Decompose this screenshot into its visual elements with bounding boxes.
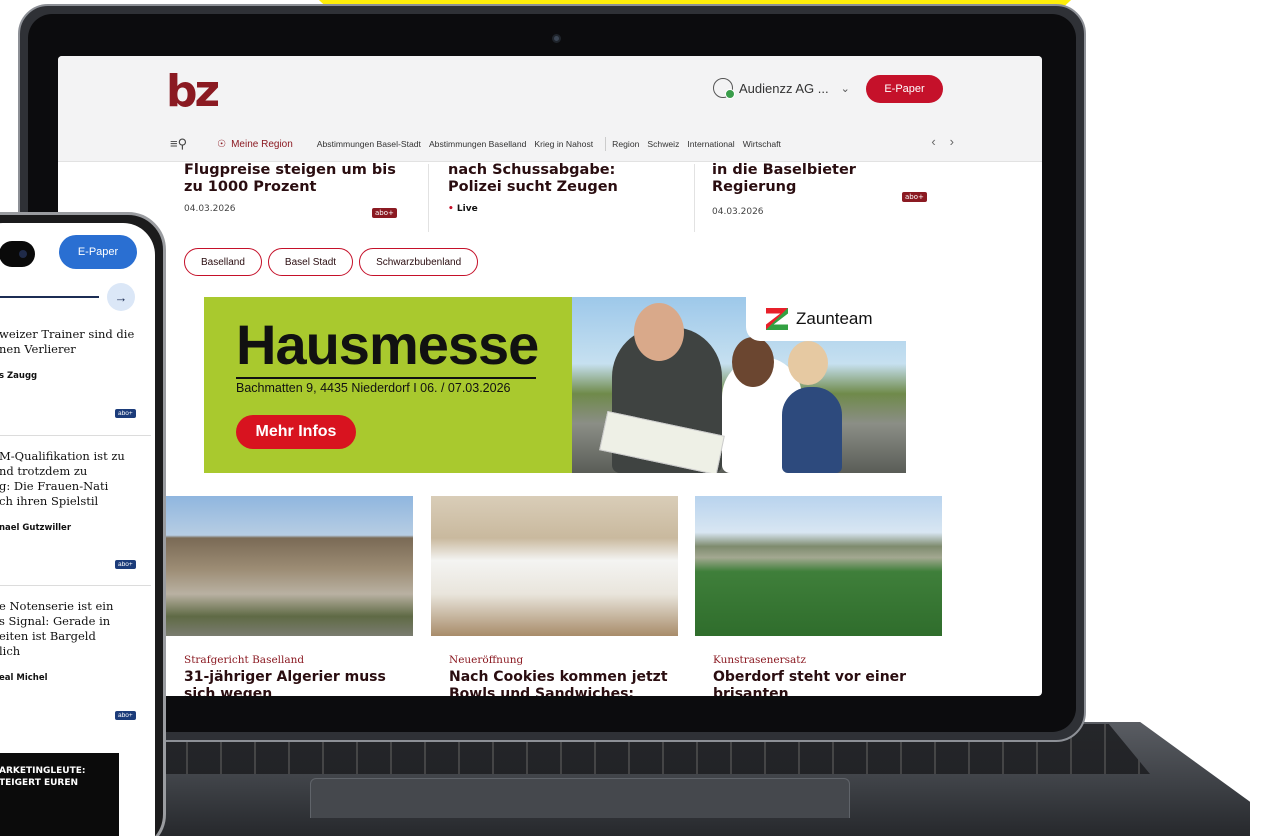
phone-article-author: nael Gutzwiller [0, 523, 72, 533]
article-teaser[interactable]: in die Baselbieter Regierung 04.03.2026 … [712, 162, 932, 217]
phone-epaper-button[interactable]: E-Paper [59, 235, 137, 269]
phone-search-input[interactable] [0, 296, 99, 298]
article-kicker: Kunstrasenersatz [713, 654, 807, 666]
article-title[interactable]: Nach Cookies kommen jetzt Bowls und Sand… [449, 669, 669, 696]
main-navigation: ≡⚲ ☉ Meine Region Abstimmungen Basel-Sta… [170, 134, 1030, 154]
phone-dynamic-island [0, 241, 35, 267]
nav-item[interactable]: Region [612, 139, 639, 149]
article-image[interactable] [695, 496, 942, 636]
article-title[interactable]: Oberdorf steht vor einer brisanten [713, 669, 933, 696]
photo-child [782, 387, 842, 473]
column-divider [428, 164, 429, 232]
phone-article[interactable]: weizer Trainer sind die nen Verlierer s … [0, 327, 149, 381]
article-headline[interactable]: nach Schussabgabe: Polizei sucht Zeugen [448, 162, 668, 196]
region-label: Meine Region [231, 138, 293, 150]
nav-item[interactable]: Abstimmungen Basel-Stadt [317, 139, 421, 149]
chevron-left-icon[interactable]: ‹ [931, 134, 935, 149]
phone-article[interactable]: M-Qualifikation ist zu nd trotzdem zu g:… [0, 449, 149, 533]
phone-article[interactable]: e Notenserie ist ein s Signal: Gerade in… [0, 599, 149, 683]
tag-baselland[interactable]: Baselland [184, 248, 262, 276]
abo-plus-badge: abo+ [902, 192, 927, 202]
nav-scroll-arrows: ‹ › [931, 134, 954, 149]
chevron-right-icon[interactable]: › [950, 134, 954, 149]
phone-content: E-Paper → weizer Trainer sind die nen Ve… [0, 223, 155, 836]
article-kicker: Strafgericht Baselland [184, 654, 305, 666]
article-date: 04.03.2026 [184, 204, 236, 214]
region-tags: Baselland Basel Stadt Schwarzbubenland [184, 248, 479, 276]
article-teaser[interactable]: Flugpreise steigen um bis zu 1000 Prozen… [184, 162, 404, 218]
article-kicker: Neueröffnung [449, 654, 524, 666]
ad-more-info-button[interactable]: Mehr Infos [236, 415, 356, 449]
account-name: Audienzz AG ... [739, 80, 829, 96]
nav-item[interactable]: Abstimmungen Baselland [429, 139, 526, 149]
abo-plus-badge: abo+ [115, 560, 136, 569]
user-icon [713, 78, 735, 99]
live-dot-icon: • [448, 204, 454, 214]
article-teaser[interactable]: nach Schussabgabe: Polizei sucht Zeugen … [448, 162, 668, 214]
arrow-right-icon[interactable]: → [107, 283, 135, 311]
article-image[interactable] [166, 496, 413, 636]
article-card[interactable]: Neueröffnung Nach Cookies kommen jetzt B… [431, 496, 678, 696]
article-card[interactable]: Kunstrasenersatz Oberdorf steht vor eine… [695, 496, 942, 696]
ad-title: Hausmesse [236, 313, 539, 376]
phone-divider [0, 435, 151, 436]
phone-article-title[interactable]: M-Qualifikation ist zu nd trotzdem zu g:… [0, 449, 149, 509]
advertisement-banner[interactable]: Hausmesse Bachmatten 9, 4435 Niederdorf … [204, 297, 906, 473]
top-article-row: Flugpreise steigen um bis zu 1000 Prozen… [184, 162, 944, 236]
abo-plus-badge: abo+ [115, 409, 136, 418]
nav-item[interactable]: International [687, 139, 734, 149]
photo-person-head [634, 303, 684, 361]
menu-search-icon[interactable]: ≡⚲ [170, 136, 187, 152]
ad-underline [236, 377, 536, 379]
phone-article-author: s Zaugg [0, 371, 38, 381]
tag-basel-stadt[interactable]: Basel Stadt [267, 248, 354, 276]
article-title[interactable]: 31-jähriger Algerier muss sich wegen Gef… [184, 669, 404, 696]
chevron-down-icon: ⌄ [840, 82, 850, 95]
my-region-link[interactable]: ☉ Meine Region [217, 139, 293, 150]
ad-address: Bachmatten 9, 4435 Niederdorf I 06. / 07… [236, 381, 511, 395]
article-date: 04.03.2026 [712, 207, 764, 217]
laptop-screen: bz Audienzz AG ... ⌄ E-Paper ≡⚲ ☉ Meine … [58, 56, 1042, 696]
article-headline[interactable]: Flugpreise steigen um bis zu 1000 Prozen… [184, 162, 404, 196]
nav-divider [605, 137, 607, 151]
nav-item[interactable]: Schweiz [647, 139, 679, 149]
article-card[interactable]: Strafgericht Baselland 31-jähriger Alger… [166, 496, 413, 696]
photo-person-head [732, 337, 774, 387]
site-header: bz Audienzz AG ... ⌄ E-Paper ≡⚲ ☉ Meine … [58, 56, 1042, 162]
article-headline[interactable]: in die Baselbieter Regierung [712, 162, 932, 196]
article-image[interactable] [431, 496, 678, 636]
site-logo[interactable]: bz [166, 70, 220, 114]
tag-schwarzbubenland[interactable]: Schwarzbubenland [359, 248, 479, 276]
phone-article-title[interactable]: weizer Trainer sind die nen Verlierer [0, 327, 149, 357]
column-divider [694, 164, 695, 232]
nav-item[interactable]: Krieg in Nahost [534, 139, 593, 149]
zaunteam-logo-icon [766, 308, 788, 330]
abo-plus-badge: abo+ [372, 208, 397, 218]
phone-advertisement[interactable]: ARKETINGLEUTE: TEIGERT EUREN [0, 753, 119, 836]
nav-item[interactable]: Wirtschaft [743, 139, 781, 149]
phone-screen: E-Paper → weizer Trainer sind die nen Ve… [0, 223, 155, 836]
laptop-trackpad [310, 778, 850, 818]
camera-icon [552, 34, 561, 43]
phone-article-author: eal Michel [0, 673, 48, 683]
ad-brand-logo: Zaunteam [746, 297, 906, 341]
abo-plus-badge: abo+ [115, 711, 136, 720]
location-pin-icon: ☉ [217, 138, 227, 150]
phone-article-title[interactable]: e Notenserie ist ein s Signal: Gerade in… [0, 599, 149, 659]
account-menu[interactable]: Audienzz AG ... ⌄ [713, 78, 850, 99]
phone-divider [0, 585, 151, 586]
ad-brand-name: Zaunteam [796, 309, 873, 328]
smartphone: E-Paper → weizer Trainer sind die nen Ve… [0, 212, 166, 836]
epaper-button[interactable]: E-Paper [866, 75, 943, 103]
live-indicator: • Live [448, 204, 478, 214]
photo-child-head [788, 341, 828, 385]
